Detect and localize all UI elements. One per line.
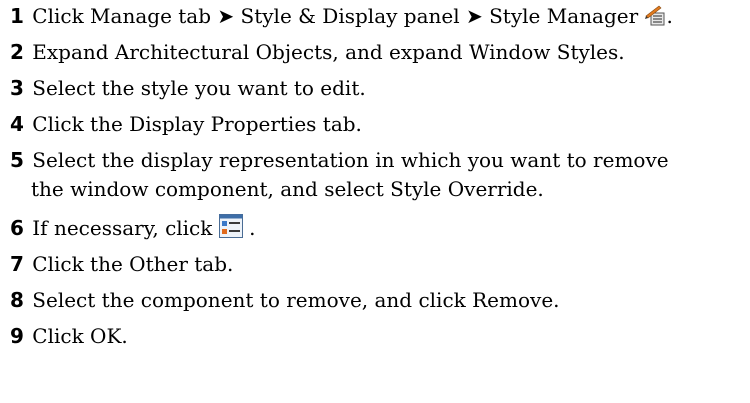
step-number: 1 <box>10 4 24 28</box>
step-number: 2 <box>10 40 24 64</box>
step-text: Click the Other tab. <box>32 252 234 276</box>
arrow-separator: ➤ <box>465 4 483 28</box>
step-5: 5 Select the display representation in w… <box>10 146 744 204</box>
step-text: If necessary, click <box>32 216 213 240</box>
step-text: . <box>249 216 256 240</box>
step-3: 3 Select the style you want to edit. <box>10 74 744 103</box>
step-4: 4 Click the Display Properties tab. <box>10 110 744 139</box>
step-8: 8 Select the component to remove, and cl… <box>10 286 744 315</box>
step-text: Click the Display Properties tab. <box>32 112 362 136</box>
step-7: 7 Click the Other tab. <box>10 250 744 279</box>
step-number: 7 <box>10 252 24 276</box>
arrow-separator: ➤ <box>217 4 235 28</box>
step-text-part: . <box>666 4 673 28</box>
step-number: 4 <box>10 112 24 136</box>
step-text: Click OK. <box>32 324 128 348</box>
step-text-part: Style & Display panel <box>240 4 460 28</box>
step-text-part: Style Manager <box>489 4 639 28</box>
step-9: 9 Click OK. <box>10 322 744 351</box>
step-text: the window component, and select Style O… <box>31 177 544 201</box>
step-text: Select the style you want to edit. <box>32 76 366 100</box>
step-number: 3 <box>10 76 24 100</box>
display-properties-icon <box>218 214 243 246</box>
step-text-part: Click Manage tab <box>32 4 212 28</box>
step-6: 6 If necessary, click . <box>10 214 744 246</box>
step-text: Select the display representation in whi… <box>32 148 669 172</box>
step-text: Select the component to remove, and clic… <box>32 288 560 312</box>
step-number: 6 <box>10 216 24 240</box>
step-number: 5 <box>10 148 24 172</box>
step-2: 2 Expand Architectural Objects, and expa… <box>10 38 744 67</box>
step-number: 9 <box>10 324 24 348</box>
instruction-steps: 1 Click Manage tab ➤ Style & Display pan… <box>0 0 750 403</box>
step-text: Expand Architectural Objects, and expand… <box>32 40 625 64</box>
style-manager-icon <box>644 4 667 34</box>
step-1: 1 Click Manage tab ➤ Style & Display pan… <box>10 2 744 34</box>
step-number: 8 <box>10 288 24 312</box>
